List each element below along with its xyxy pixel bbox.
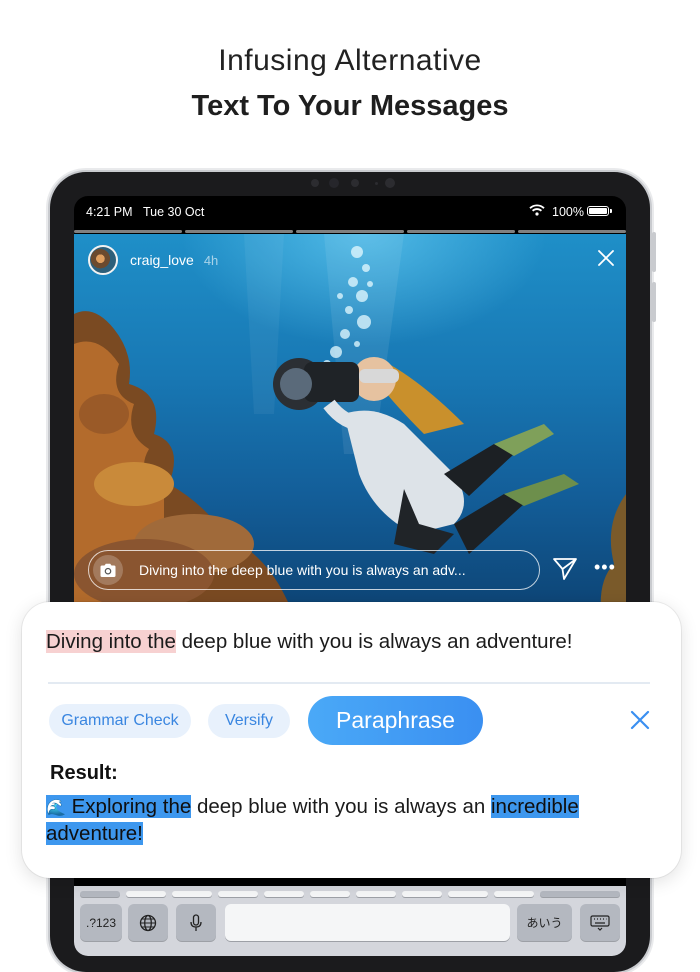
paraphrase-button[interactable]: Paraphrase [308, 696, 483, 745]
divider [48, 682, 650, 684]
headline-line-1: Infusing Alternative [218, 44, 482, 77]
status-date: Tue 30 Oct [143, 205, 205, 219]
story-progress [74, 230, 626, 233]
keyboard-icon [590, 914, 610, 931]
grammar-check-button[interactable]: Grammar Check [49, 704, 191, 738]
close-icon[interactable] [594, 246, 618, 270]
key[interactable] [448, 891, 488, 897]
wifi-icon [529, 204, 545, 216]
send-icon[interactable] [552, 556, 578, 582]
headline-line-2: Text To Your Messages [191, 90, 509, 122]
result-label: Result: [50, 762, 118, 784]
microphone-key[interactable] [176, 904, 216, 941]
space-key[interactable] [225, 904, 510, 941]
story-user[interactable]: craig_love 4h [88, 244, 218, 276]
close-icon[interactable] [628, 708, 652, 732]
kana-key[interactable]: あいう [517, 904, 572, 941]
story-image: craig_love 4h Diving into the deep blue … [74, 234, 626, 634]
story-username[interactable]: craig_love [130, 252, 194, 268]
microphone-icon [190, 913, 202, 931]
volume-up-button [652, 232, 656, 272]
rewrite-card: Diving into the deep blue with you is al… [22, 602, 681, 878]
status-bar: 4:21 PM Tue 30 Oct 100% [74, 196, 626, 228]
original-highlight: Diving into the [46, 630, 176, 653]
globe-icon [139, 914, 157, 931]
battery-percentage: 100% [552, 205, 584, 219]
numbers-key[interactable]: .?123 [80, 904, 122, 941]
versify-button[interactable]: Versify [208, 704, 290, 738]
result-highlight-1: 🌊 Exploring the [46, 795, 192, 818]
battery-icon [587, 206, 612, 216]
result-text: 🌊 Exploring the deep blue with you is al… [46, 794, 646, 846]
more-options-icon[interactable]: ••• [594, 558, 616, 576]
key[interactable] [126, 891, 166, 897]
key[interactable] [218, 891, 258, 897]
camera-icon[interactable] [93, 555, 123, 585]
key[interactable] [80, 891, 120, 897]
key[interactable] [172, 891, 212, 897]
key[interactable] [310, 891, 350, 897]
globe-key[interactable] [128, 904, 168, 941]
keyboard-dismiss-key[interactable] [580, 904, 620, 941]
result-plain: deep blue with you is always an [191, 795, 491, 818]
key[interactable] [356, 891, 396, 897]
wave-icon: 🌊 [46, 800, 66, 817]
volume-down-button [652, 282, 656, 322]
status-time: 4:21 PM [86, 205, 133, 219]
reply-input[interactable]: Diving into the deep blue with you is al… [88, 550, 540, 590]
original-rest: deep blue with you is always an adventur… [175, 630, 573, 653]
original-message: Diving into the deep blue with you is al… [46, 630, 573, 654]
key[interactable] [264, 891, 304, 897]
key[interactable] [494, 891, 534, 897]
story-age: 4h [203, 252, 219, 268]
keyboard: .?123 あいう [74, 886, 626, 956]
reply-text: Diving into the deep blue with you is al… [139, 562, 466, 578]
avatar[interactable] [88, 245, 118, 275]
key[interactable] [540, 891, 620, 897]
key[interactable] [402, 891, 442, 897]
camera-strip [305, 176, 400, 190]
